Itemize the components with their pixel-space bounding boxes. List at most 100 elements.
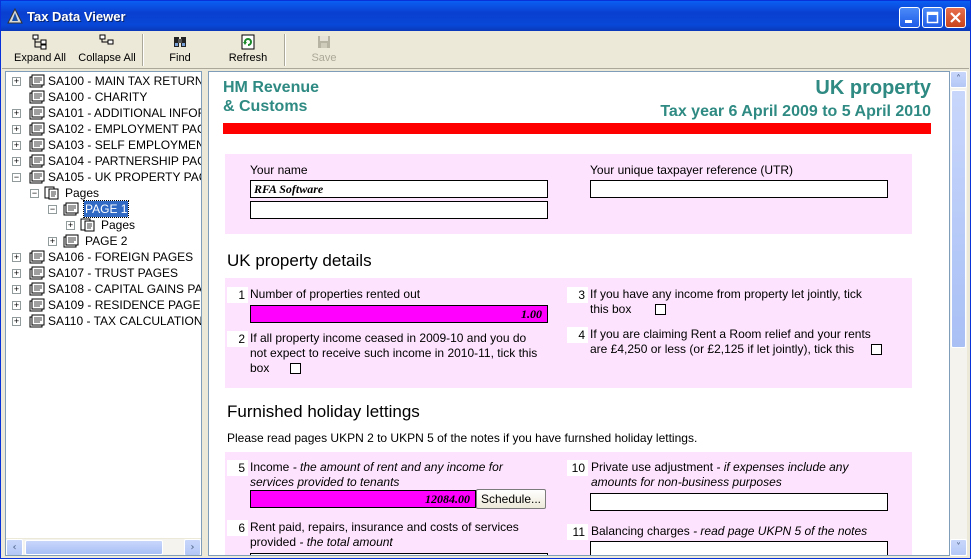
q5-label-line2: services provided to tenants (250, 475, 399, 490)
pages-icon (80, 218, 95, 232)
q10-label-hint-cont: amounts for non-business purposes (591, 475, 782, 489)
save-icon (318, 36, 330, 48)
expand-icon[interactable]: + (12, 157, 21, 166)
balancing-charges-field[interactable] (590, 541, 888, 555)
form-icon (63, 202, 79, 216)
your-name-field-line2[interactable] (250, 201, 548, 219)
save-button[interactable]: Save (306, 34, 342, 68)
q11-label-hint: - read page UKPN 5 of the notes (689, 524, 868, 538)
maximize-button[interactable] (922, 7, 943, 28)
tree-item-label: PAGE 2 (85, 234, 128, 248)
q2-label-line2: not expect to receive such income in 201… (250, 346, 538, 360)
form-title: UK property (815, 77, 931, 99)
box-number: 3 (567, 287, 588, 303)
q3-label-line2: this box (590, 302, 632, 316)
collapse-icon[interactable]: − (12, 173, 21, 182)
tree-item-label: Pages (101, 218, 136, 232)
expand-icon[interactable]: + (12, 253, 21, 262)
tree-item-label: PAGE 1 (82, 200, 130, 218)
your-name-field[interactable]: RFA Software (250, 180, 548, 198)
form-icon (29, 298, 45, 312)
toolbar-separator (142, 34, 144, 66)
expand-icon[interactable]: + (66, 221, 75, 230)
scroll-thumb[interactable] (951, 90, 966, 348)
collapse-all-button[interactable]: Collapse All (76, 34, 138, 68)
q6-label-line1: Rent paid, repairs, insurance and costs … (250, 520, 519, 534)
tree-item-label: Pages (65, 186, 100, 200)
expand-icon[interactable]: + (12, 77, 21, 86)
scroll-thumb[interactable] (25, 540, 163, 555)
collapse-icon[interactable]: − (48, 205, 57, 214)
private-use-field[interactable] (590, 493, 888, 511)
scroll-down-icon[interactable]: ˅ (950, 539, 967, 556)
form-icon (29, 154, 45, 168)
tax-year: Tax year 6 April 2009 to 5 April 2010 (660, 103, 931, 120)
toolbar: Expand All Collapse All Find Refresh Sav… (2, 31, 969, 69)
form-icon (29, 170, 45, 184)
window-title: Tax Data Viewer (27, 9, 126, 24)
q11-label-title: Balancing charges (591, 524, 690, 538)
q10-label-title: Private use adjustment (591, 460, 714, 474)
header-rule (223, 123, 931, 134)
box-number: 11 (567, 524, 588, 540)
q2-label-line1: If all property income ceased in 2009-10… (250, 331, 527, 345)
scroll-up-icon[interactable]: ˄ (950, 71, 967, 88)
collapse-icon[interactable]: − (30, 189, 39, 198)
expand-icon[interactable]: + (12, 301, 21, 310)
close-icon (950, 12, 961, 23)
q6-label-title: provided (250, 535, 297, 549)
expand-icon[interactable]: + (12, 269, 21, 278)
q11-label: Balancing charges - read page UKPN 5 of … (591, 524, 867, 539)
minimize-icon (905, 20, 912, 23)
tree-item-label: SA110 - TAX CALCULATION (48, 314, 202, 328)
tree-item-label: SA104 - PARTNERSHIP PAGES (48, 154, 201, 168)
properties-count-field[interactable]: 1.00 (250, 305, 548, 323)
app-window: Tax Data Viewer Expand All Collapse All … (0, 0, 971, 559)
rent-paid-field[interactable] (250, 553, 548, 555)
expand-icon[interactable]: + (12, 125, 21, 134)
expand-icon[interactable]: + (12, 285, 21, 294)
utr-field[interactable] (590, 180, 888, 198)
find-label: Find (169, 52, 191, 64)
expand-icon[interactable]: + (12, 109, 21, 118)
q4-label-line2: are £4,250 or less (or £2,125 if let joi… (590, 342, 855, 356)
box-number: 10 (567, 460, 588, 476)
q5-label-line1: Income - the amount of rent and any inco… (250, 460, 503, 475)
refresh-label: Refresh (228, 52, 268, 64)
form-vertical-scrollbar[interactable]: ˄ ˅ (950, 71, 967, 556)
section-note: Please read pages UKPN 2 to UKPN 5 of th… (227, 431, 698, 445)
ceased-income-checkbox[interactable] (290, 363, 301, 374)
form-icon (29, 106, 45, 120)
schedule-button[interactable]: Schedule... (476, 489, 546, 509)
expand-icon[interactable]: + (12, 317, 21, 326)
q10-label-hint: - if expenses include any (713, 460, 849, 474)
your-name-label: Your name (250, 163, 308, 177)
toolbar-separator (284, 34, 286, 66)
q5-label-hint: - the amount of rent and any income for (289, 460, 503, 474)
expand-icon[interactable]: + (12, 141, 21, 150)
joint-let-checkbox[interactable] (655, 304, 666, 315)
section-heading: UK property details (227, 251, 372, 270)
org-line1: HM Revenue (223, 79, 320, 96)
income-field[interactable]: 12084.00 (250, 490, 476, 508)
scroll-left-icon[interactable]: ‹ (6, 539, 23, 555)
refresh-button[interactable]: Refresh (224, 34, 272, 68)
pages-icon (44, 186, 59, 200)
close-button[interactable] (945, 7, 966, 28)
document-tree[interactable]: + SA100 - MAIN TAX RETURN SA100 - CHARIT… (5, 71, 202, 556)
q5-label-title: Income (250, 460, 290, 474)
pane-splitter[interactable] (203, 71, 207, 556)
section-heading: Furnished holiday lettings (227, 402, 420, 421)
binoculars-icon (174, 37, 186, 47)
scroll-right-icon[interactable]: › (184, 539, 201, 555)
minimize-button[interactable] (899, 7, 920, 28)
find-button[interactable]: Find (162, 34, 198, 68)
org-line2: & Customs (223, 98, 308, 115)
title-bar[interactable]: Tax Data Viewer (1, 1, 970, 31)
tree-horizontal-scrollbar[interactable]: ‹ › (6, 538, 201, 555)
expand-all-button[interactable]: Expand All (10, 34, 70, 68)
tree-item-label: SA101 - ADDITIONAL INFORMA (48, 106, 201, 120)
box-number: 5 (227, 460, 248, 476)
expand-icon[interactable]: + (48, 237, 57, 246)
rent-a-room-checkbox[interactable] (871, 344, 882, 355)
